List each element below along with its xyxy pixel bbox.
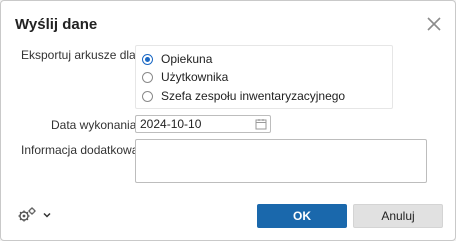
info-label: Informacja dodatkowa bbox=[21, 143, 139, 157]
export-options-group: Opiekuna Użytkownika Szefa zespołu inwen… bbox=[135, 45, 393, 109]
dialog-title: Wyślij dane bbox=[15, 16, 98, 33]
chevron-down-icon bbox=[43, 212, 51, 218]
info-textarea[interactable] bbox=[135, 139, 427, 183]
radio-button[interactable] bbox=[142, 71, 153, 83]
radio-button[interactable] bbox=[142, 90, 153, 102]
calendar-icon[interactable] bbox=[255, 118, 267, 130]
date-field[interactable]: 2024-10-10 bbox=[135, 115, 271, 133]
radio-option-szefa-zespolu[interactable]: Szefa zespołu inwentaryzacyjnego bbox=[142, 88, 345, 104]
date-value: 2024-10-10 bbox=[140, 117, 202, 131]
radio-option-opiekuna[interactable]: Opiekuna bbox=[142, 51, 212, 67]
ok-button[interactable]: OK bbox=[257, 204, 347, 228]
radio-button-checked[interactable] bbox=[142, 53, 153, 65]
radio-label: Użytkownika bbox=[161, 70, 229, 84]
settings-menu-button[interactable] bbox=[17, 206, 53, 224]
date-label: Data wykonania bbox=[51, 118, 137, 132]
cancel-button[interactable]: Anuluj bbox=[353, 204, 443, 228]
send-data-dialog: Wyślij dane Eksportuj arkusze dla: Opiek… bbox=[0, 0, 456, 241]
radio-label: Szefa zespołu inwentaryzacyjnego bbox=[161, 89, 346, 103]
gears-icon bbox=[18, 207, 36, 222]
close-icon[interactable] bbox=[425, 15, 443, 33]
radio-option-uzytkownika[interactable]: Użytkownika bbox=[142, 69, 228, 85]
radio-label: Opiekuna bbox=[161, 52, 213, 66]
export-label: Eksportuj arkusze dla: bbox=[21, 48, 140, 62]
